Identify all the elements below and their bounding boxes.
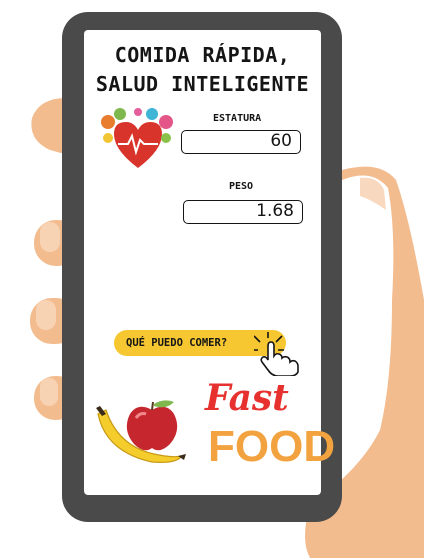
app-title-line-2: SALUD INTELIGENTE xyxy=(95,72,310,96)
pointer-hand-icon xyxy=(254,332,299,376)
logo-fast-text: Fast xyxy=(205,377,289,419)
apple-icon xyxy=(126,400,178,451)
app-illustration: COMIDA RÁPIDA, SALUD INTELIGENTE ESTATUR… xyxy=(0,0,424,558)
height-label: ESTATURA xyxy=(213,113,262,124)
weight-label: PESO xyxy=(229,181,254,192)
health-heart-icon xyxy=(101,108,173,168)
app-title-line-1: COMIDA RÁPIDA, xyxy=(114,43,291,67)
weight-input[interactable]: 1.68 xyxy=(183,200,303,224)
logo-food-text: FOOD xyxy=(208,422,336,471)
height-input[interactable]: 60 xyxy=(181,130,301,154)
